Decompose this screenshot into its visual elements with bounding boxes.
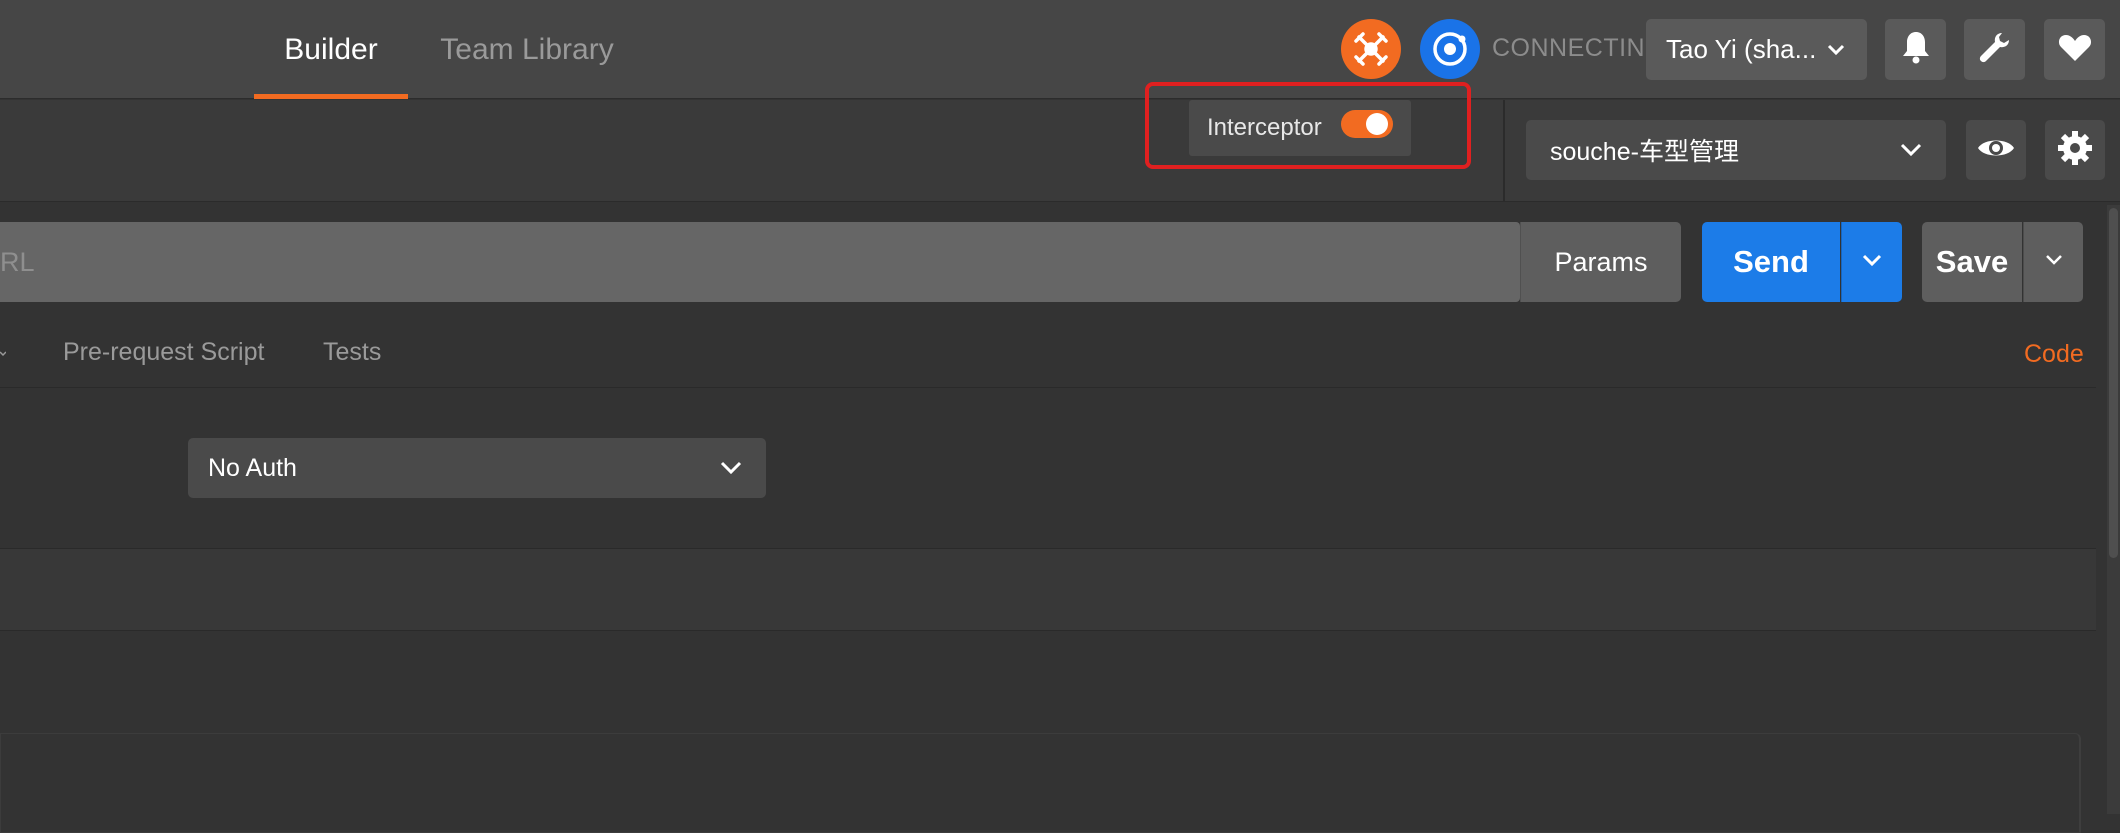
tab-builder[interactable]: Builder	[255, 0, 407, 99]
auth-type-select[interactable]: No Auth	[188, 438, 766, 498]
highlight-annotation	[1145, 82, 1471, 169]
section-band	[0, 549, 2096, 631]
save-button[interactable]: Save	[1922, 222, 2022, 302]
bell-icon	[1901, 30, 1931, 69]
connection-status: CONNECTING	[1492, 34, 1666, 62]
divider	[1503, 100, 1505, 202]
chevron-down-icon	[1898, 138, 1924, 169]
gear-icon	[2056, 129, 2094, 172]
active-tab-indicator	[254, 94, 408, 99]
wrench-icon	[1978, 30, 2012, 69]
sync-icon[interactable]	[1420, 19, 1480, 79]
save-dropdown-button[interactable]	[2023, 222, 2083, 302]
url-placeholder: RL	[0, 246, 35, 277]
send-dropdown-button[interactable]	[1841, 222, 1902, 302]
environment-quick-look-button[interactable]	[1966, 120, 2026, 180]
chevron-down-icon	[718, 456, 744, 487]
url-input[interactable]: RL	[0, 222, 1520, 302]
tab-tests[interactable]: Tests	[323, 316, 381, 388]
settings-wrench-button[interactable]	[1964, 19, 2025, 80]
manage-environments-button[interactable]	[2045, 120, 2105, 180]
auth-type-selected: No Auth	[208, 453, 297, 482]
chevron-down-icon	[0, 346, 7, 364]
user-name: Tao Yi (sha...	[1666, 34, 1817, 64]
tab-pre-request-script[interactable]: Pre-request Script	[63, 316, 264, 388]
chevron-down-icon	[1825, 37, 1847, 68]
eye-icon	[1976, 135, 2016, 166]
notifications-button[interactable]	[1885, 19, 1946, 80]
interceptor-icon[interactable]	[1341, 19, 1401, 79]
params-button[interactable]: Params	[1520, 222, 1681, 302]
heart-icon	[2058, 32, 2092, 67]
tab-team-library[interactable]: Team Library	[437, 0, 617, 99]
request-tabs-bar	[0, 316, 2096, 388]
send-button[interactable]: Send	[1702, 222, 1840, 302]
body-editor-area[interactable]	[0, 733, 2081, 833]
code-link[interactable]: Code	[2024, 340, 2084, 369]
chevron-down-icon	[2043, 251, 2065, 274]
favorites-button[interactable]	[2044, 19, 2105, 80]
chevron-down-icon	[1860, 250, 1884, 275]
environment-selected: souche-车型管理	[1550, 138, 1739, 166]
environment-select[interactable]: souche-车型管理	[1526, 120, 1946, 180]
user-menu-button[interactable]: Tao Yi (sha...	[1646, 19, 1867, 80]
scrollbar-thumb[interactable]	[2109, 208, 2118, 558]
